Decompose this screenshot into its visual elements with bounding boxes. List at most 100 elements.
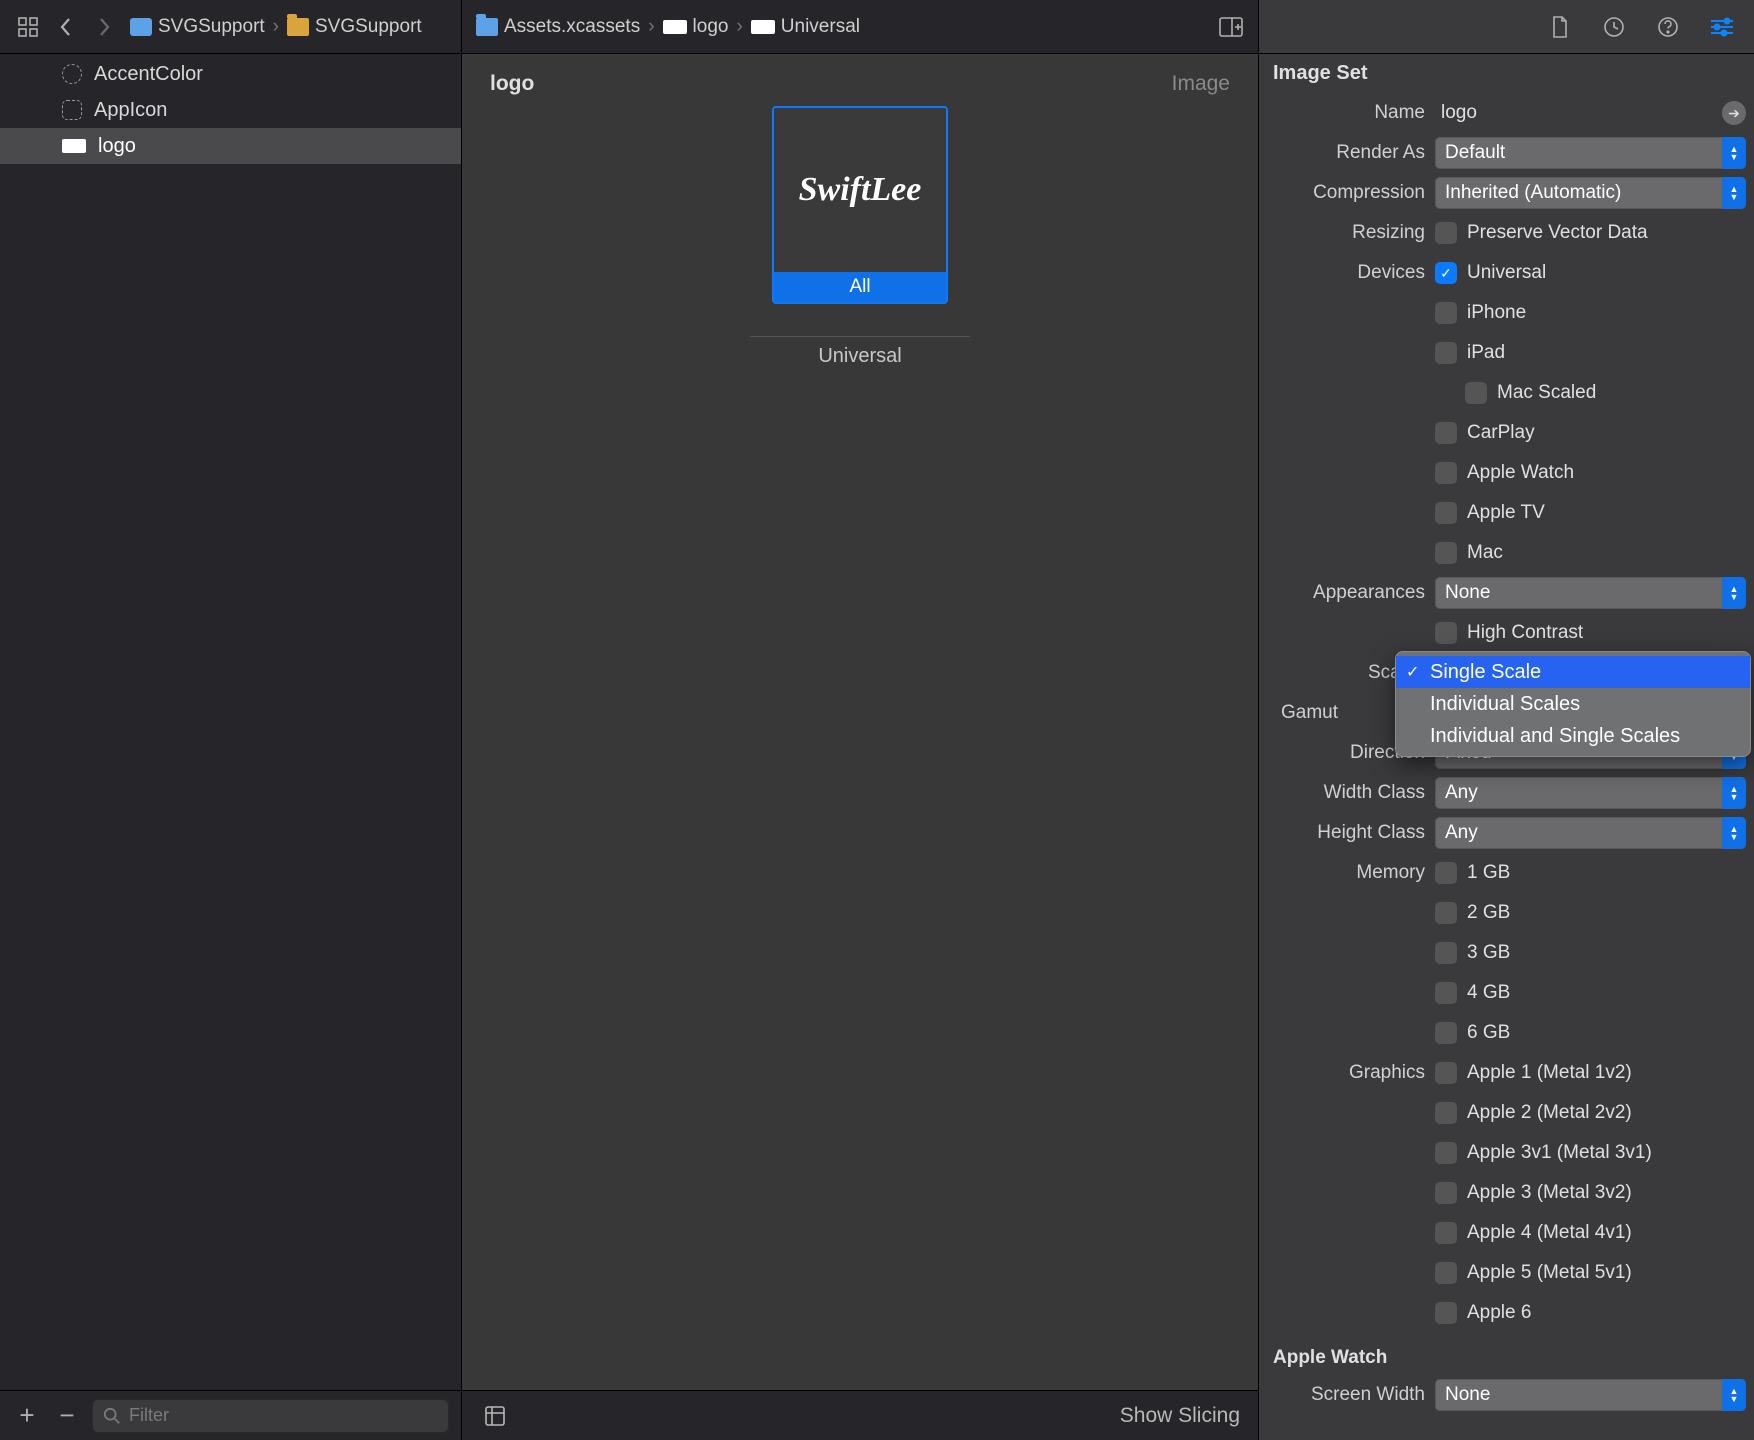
device-label: iPad bbox=[1467, 342, 1505, 364]
scales-dropdown[interactable]: ✓ Single Scale Individual Scales Individ… bbox=[1395, 651, 1751, 757]
navigator-footer: + − Filter bbox=[0, 1390, 461, 1440]
help-inspector-tab[interactable] bbox=[1654, 13, 1682, 41]
history-inspector-tab[interactable] bbox=[1600, 13, 1628, 41]
add-button[interactable]: + bbox=[12, 1401, 42, 1431]
memory-check-2gb[interactable] bbox=[1435, 902, 1457, 924]
name-field[interactable]: logo bbox=[1435, 97, 1722, 129]
layout-grid-icon[interactable] bbox=[12, 11, 44, 43]
memory-check-1gb[interactable] bbox=[1435, 862, 1457, 884]
device-check-ipad[interactable] bbox=[1435, 342, 1457, 364]
label-widthclass: Width Class bbox=[1259, 782, 1435, 804]
row-device-macscaled: Mac Scaled bbox=[1259, 375, 1754, 411]
preview-text: SwiftLee bbox=[799, 171, 922, 209]
heightclass-popup[interactable]: Any ▲▼ bbox=[1435, 817, 1746, 849]
filter-placeholder: Filter bbox=[129, 1405, 169, 1426]
breadcrumb[interactable]: SVGSupport › SVGSupport bbox=[126, 6, 449, 48]
label-compression: Compression bbox=[1259, 182, 1435, 204]
row-render-as: Render As Default ▲▼ bbox=[1259, 135, 1754, 171]
graphics-check-7[interactable] bbox=[1435, 1302, 1457, 1324]
graphics-check-5[interactable] bbox=[1435, 1222, 1457, 1244]
image-preview: SwiftLee bbox=[774, 108, 946, 272]
nav-item-accentcolor[interactable]: AccentColor bbox=[0, 56, 461, 92]
device-check-macscaled[interactable] bbox=[1465, 382, 1487, 404]
row-device-mac: Mac bbox=[1259, 535, 1754, 571]
row-heightclass: Height Class Any ▲▼ bbox=[1259, 815, 1754, 851]
row-device-watch: Apple Watch bbox=[1259, 455, 1754, 491]
memory-label: 4 GB bbox=[1467, 982, 1510, 1004]
go-arrow-icon[interactable]: ➔ bbox=[1722, 101, 1746, 125]
breadcrumb-label: Universal bbox=[781, 16, 860, 38]
screenwidth-popup[interactable]: None ▲▼ bbox=[1435, 1379, 1746, 1411]
graphics-check-2[interactable] bbox=[1435, 1102, 1457, 1124]
breadcrumb-full[interactable]: Assets.xcassets › logo › Universal bbox=[472, 6, 1214, 48]
device-check-carplay[interactable] bbox=[1435, 422, 1457, 444]
inspector-panel: Image Set Name logo ➔ Render As Default … bbox=[1258, 0, 1754, 1440]
graphics-check-1[interactable] bbox=[1435, 1062, 1457, 1084]
nav-back-button[interactable] bbox=[50, 11, 82, 43]
scales-option-single[interactable]: ✓ Single Scale bbox=[1396, 656, 1750, 688]
render-as-popup[interactable]: Default ▲▼ bbox=[1435, 137, 1746, 169]
stepper-icon: ▲▼ bbox=[1722, 817, 1746, 849]
image-slot-universal[interactable]: SwiftLee All Universal bbox=[750, 106, 970, 1390]
device-check-watch[interactable] bbox=[1435, 462, 1457, 484]
image-well[interactable]: SwiftLee All bbox=[772, 106, 948, 304]
image-scale-tag: All bbox=[774, 272, 946, 302]
stepper-icon: ▲▼ bbox=[1722, 177, 1746, 209]
stepper-icon: ▲▼ bbox=[1722, 1379, 1746, 1411]
row-memory: Memory 1 GB bbox=[1259, 855, 1754, 891]
highcontrast-checkbox[interactable] bbox=[1435, 622, 1457, 644]
scales-option-both[interactable]: Individual and Single Scales bbox=[1396, 720, 1750, 752]
device-label: Universal bbox=[1467, 262, 1546, 284]
device-label: CarPlay bbox=[1467, 422, 1535, 444]
file-inspector-tab[interactable] bbox=[1546, 13, 1574, 41]
nav-item-appicon[interactable]: AppIcon bbox=[0, 92, 461, 128]
memory-label: 1 GB bbox=[1467, 862, 1510, 884]
filter-field[interactable]: Filter bbox=[92, 1399, 449, 1433]
imageset-icon bbox=[663, 20, 687, 34]
nav-forward-button[interactable] bbox=[88, 11, 120, 43]
add-editor-button[interactable] bbox=[1214, 12, 1248, 42]
memory-check-3gb[interactable] bbox=[1435, 942, 1457, 964]
preserve-vector-label: Preserve Vector Data bbox=[1467, 222, 1648, 244]
label-render-as: Render As bbox=[1259, 142, 1435, 164]
section-image-set: Image Set bbox=[1259, 54, 1754, 91]
graphics-label: Apple 3v1 (Metal 3v1) bbox=[1467, 1142, 1652, 1164]
left-toolbar: SVGSupport › SVGSupport bbox=[0, 0, 461, 54]
device-check-mac[interactable] bbox=[1435, 542, 1457, 564]
graphics-check-6[interactable] bbox=[1435, 1262, 1457, 1284]
show-slicing-button[interactable]: Show Slicing bbox=[1120, 1404, 1240, 1428]
compression-popup[interactable]: Inherited (Automatic) ▲▼ bbox=[1435, 177, 1746, 209]
row-compression: Compression Inherited (Automatic) ▲▼ bbox=[1259, 175, 1754, 211]
label-heightclass: Height Class bbox=[1259, 822, 1435, 844]
scales-option-individual[interactable]: Individual Scales bbox=[1396, 688, 1750, 720]
nav-item-logo[interactable]: logo bbox=[0, 128, 461, 164]
slicing-icon[interactable] bbox=[480, 1401, 510, 1431]
label-screenwidth: Screen Width bbox=[1259, 1384, 1435, 1406]
memory-check-6gb[interactable] bbox=[1435, 1022, 1457, 1044]
remove-button[interactable]: − bbox=[52, 1401, 82, 1431]
graphics-label: Apple 4 (Metal 4v1) bbox=[1467, 1222, 1632, 1244]
preserve-vector-checkbox[interactable] bbox=[1435, 222, 1457, 244]
memory-check-4gb[interactable] bbox=[1435, 982, 1457, 1004]
attributes-inspector-tab[interactable] bbox=[1708, 13, 1736, 41]
appearances-popup[interactable]: None ▲▼ bbox=[1435, 577, 1746, 609]
device-check-universal[interactable]: ✓ bbox=[1435, 262, 1457, 284]
row-name: Name logo ➔ bbox=[1259, 95, 1754, 131]
row-device-carplay: CarPlay bbox=[1259, 415, 1754, 451]
device-check-iphone[interactable] bbox=[1435, 302, 1457, 324]
asset-title: logo bbox=[490, 72, 534, 96]
widthclass-popup[interactable]: Any ▲▼ bbox=[1435, 777, 1746, 809]
slot-label: Universal bbox=[750, 336, 970, 368]
device-check-tv[interactable] bbox=[1435, 502, 1457, 524]
graphics-check-3[interactable] bbox=[1435, 1142, 1457, 1164]
graphics-label: Apple 1 (Metal 1v2) bbox=[1467, 1062, 1632, 1084]
graphics-check-4[interactable] bbox=[1435, 1182, 1457, 1204]
folder-icon bbox=[287, 18, 309, 36]
label-resizing: Resizing bbox=[1259, 222, 1435, 244]
device-label: Mac bbox=[1467, 542, 1503, 564]
breadcrumb-label: logo bbox=[693, 16, 729, 38]
graphics-label: Apple 2 (Metal 2v2) bbox=[1467, 1102, 1632, 1124]
row-highcontrast: High Contrast bbox=[1259, 615, 1754, 651]
device-label: Apple TV bbox=[1467, 502, 1545, 524]
label-memory: Memory bbox=[1259, 862, 1435, 884]
